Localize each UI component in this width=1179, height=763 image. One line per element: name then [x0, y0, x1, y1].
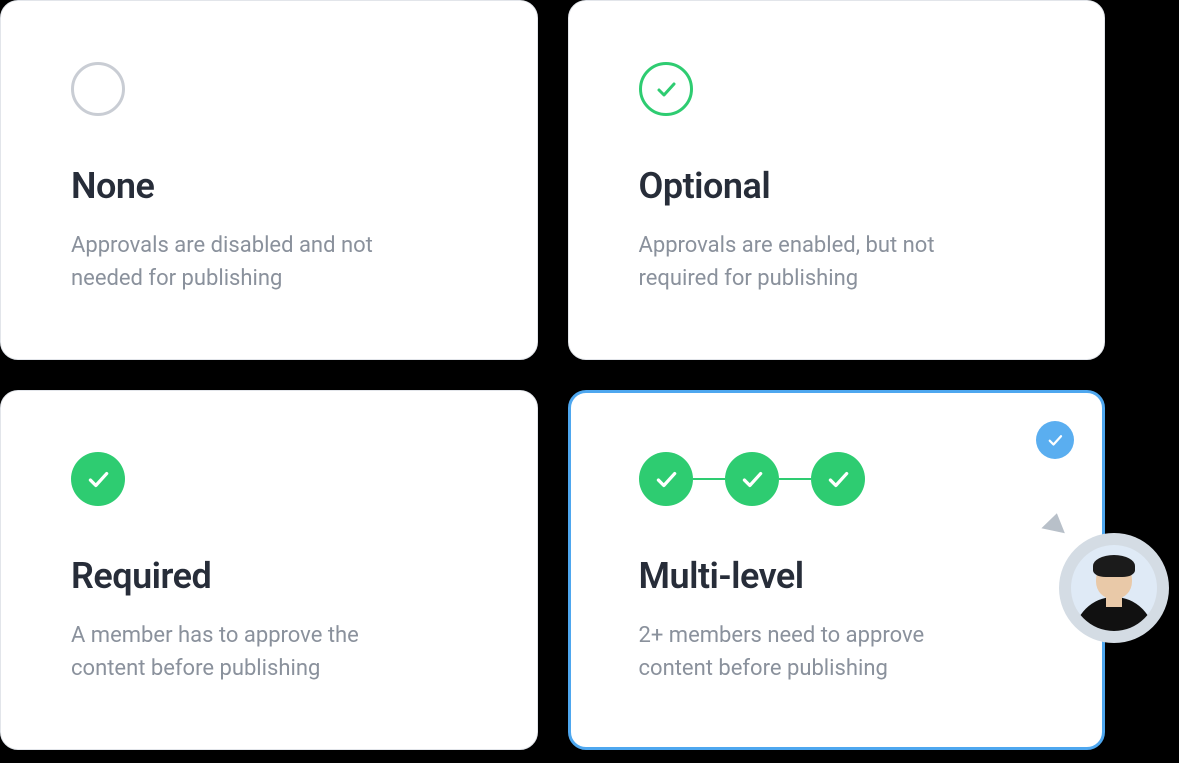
- option-description: A member has to approve the content befo…: [71, 619, 431, 685]
- avatar-image: [1071, 545, 1157, 631]
- option-card-none[interactable]: None Approvals are disabled and not need…: [0, 0, 538, 360]
- approval-option-grid: None Approvals are disabled and not need…: [0, 0, 1105, 750]
- option-title: Required: [71, 555, 467, 597]
- circle-filled-check-icon: [725, 452, 779, 506]
- user-avatar: [1059, 533, 1169, 643]
- option-icon-required: [71, 451, 467, 507]
- circle-outline-check-icon: [639, 62, 693, 116]
- option-icon-multi-level: [639, 451, 1035, 507]
- option-description: 2+ members need to approve content befor…: [639, 619, 999, 685]
- option-card-multi-level[interactable]: Multi-level 2+ members need to approve c…: [568, 390, 1106, 750]
- option-title: Optional: [639, 165, 1035, 207]
- circle-empty-icon: [71, 62, 125, 116]
- circle-filled-check-icon: [71, 452, 125, 506]
- selected-check-icon: [1036, 421, 1074, 459]
- option-title: Multi-level: [639, 555, 1035, 597]
- circle-filled-check-icon: [639, 452, 693, 506]
- option-icon-none: [71, 61, 467, 117]
- step-connector-icon: [693, 478, 725, 480]
- step-connector-icon: [779, 478, 811, 480]
- option-description: Approvals are enabled, but not required …: [639, 229, 999, 295]
- option-card-optional[interactable]: Optional Approvals are enabled, but not …: [568, 0, 1106, 360]
- option-description: Approvals are disabled and not needed fo…: [71, 229, 431, 295]
- option-title: None: [71, 165, 467, 207]
- option-card-required[interactable]: Required A member has to approve the con…: [0, 390, 538, 750]
- option-icon-optional: [639, 61, 1035, 117]
- circle-filled-check-icon: [811, 452, 865, 506]
